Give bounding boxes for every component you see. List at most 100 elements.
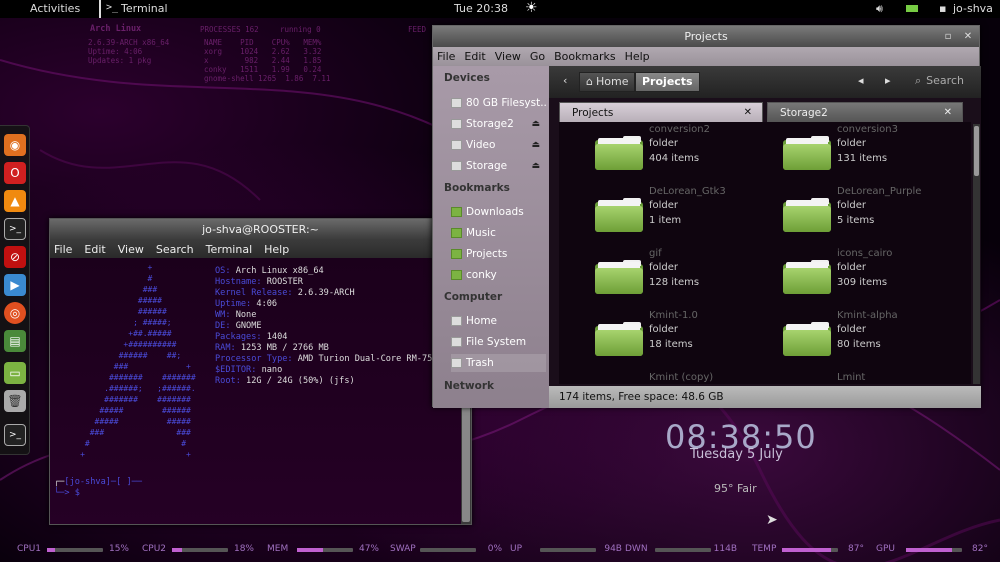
conky-proc-row: xorg 1024 2.62 3.32 [204, 47, 322, 56]
app-menu[interactable]: >_ Terminal [106, 2, 168, 15]
search-button[interactable]: ⌕ Search [915, 74, 964, 88]
sidebar-devices-header: Devices [444, 72, 490, 84]
lifebuoy-icon[interactable]: ◎ [4, 302, 26, 324]
file-grid-scrollbar[interactable] [973, 124, 980, 384]
menu-search[interactable]: Search [156, 243, 194, 256]
folder-item[interactable]: conversion3 folder 131 items [747, 124, 927, 184]
folder-item[interactable]: icons_cairo folder 309 items [747, 248, 927, 308]
folder-item[interactable]: Kmint (copy) [559, 372, 739, 384]
menu-go[interactable]: Go [530, 50, 545, 63]
panel-clock[interactable]: Tue 20:38 [454, 2, 508, 15]
desktop-weather: 95° Fair [714, 482, 757, 495]
sidebar-item-video[interactable]: Video ⏏ [451, 136, 546, 154]
terminal2-icon[interactable]: >_ [4, 424, 26, 446]
menu-help[interactable]: Help [264, 243, 289, 256]
file-manager-menubar: File Edit View Go Bookmarks Help [433, 47, 979, 66]
menu-view[interactable]: View [118, 243, 144, 256]
folder-item[interactable]: Kmint-1.0 folder 18 items [559, 310, 739, 370]
sidebar-item-filesystem-root[interactable]: File System [451, 333, 546, 351]
conky-line: 2.6.39-ARCH x86_64 [88, 38, 170, 47]
eject-icon[interactable]: ⏏ [531, 161, 540, 171]
menu-terminal[interactable]: Terminal [206, 243, 253, 256]
blocked-icon[interactable]: ⊘ [4, 246, 26, 268]
conky-processes: PROCESSES 162 [200, 25, 259, 34]
folder-kind: folder [649, 262, 679, 273]
folder-icon [595, 320, 643, 356]
folder-icon[interactable]: ▭ [4, 362, 26, 384]
drive-icon [451, 140, 462, 150]
close-tab-icon[interactable]: ✕ [944, 103, 952, 123]
system-monitor-icon[interactable]: ▤ [4, 330, 26, 352]
file-manager-window[interactable]: Projects ▫ ✕ File Edit View Go Bookmarks… [432, 25, 981, 408]
arrow-left-icon[interactable]: ◂ [858, 74, 864, 87]
back-arrow-icon[interactable]: ‹ [563, 74, 567, 87]
menu-file[interactable]: File [437, 50, 455, 63]
sidebar-item-music[interactable]: Music [451, 224, 546, 242]
terminal-body[interactable]: + # ### ##### ###### ; #####; +##.##### … [50, 258, 462, 524]
sidebar-item-storage2[interactable]: Storage2 ⏏ [451, 115, 546, 133]
sidebar: Devices 80 GB Filesyst... Storage2 ⏏ Vide… [433, 66, 549, 408]
tab-projects[interactable]: Projects ✕ [559, 102, 763, 122]
menu-help[interactable]: Help [625, 50, 650, 63]
app-menu-label: Terminal [121, 2, 168, 15]
file-manager-titlebar[interactable]: Projects ▫ ✕ [433, 26, 979, 47]
conky-meter-fill [906, 548, 952, 552]
path-home-button[interactable]: ⌂ Home [579, 72, 636, 92]
conky-proc-row: x 982 2.44 1.85 [204, 56, 322, 65]
vlc-icon[interactable]: ▲ [4, 190, 26, 212]
trash-icon[interactable]: 🗑︎ [4, 390, 26, 412]
sidebar-item-storage[interactable]: Storage ⏏ [451, 157, 546, 175]
folder-item[interactable]: DeLorean_Purple folder 5 items [747, 186, 927, 246]
close-tab-icon[interactable]: ✕ [744, 103, 752, 123]
path-projects-button[interactable]: Projects [635, 72, 700, 92]
close-button[interactable]: ✕ [961, 30, 975, 43]
sidebar-item-downloads[interactable]: Downloads [451, 203, 546, 221]
menu-file[interactable]: File [54, 243, 72, 256]
sidebar-item-filesystem[interactable]: 80 GB Filesyst... [451, 94, 546, 112]
folder-item[interactable]: conversion2 folder 404 items [559, 124, 739, 184]
sidebar-network-header: Network [444, 380, 495, 392]
terminal-titlebar[interactable]: jo-shva@ROOSTER:~ ▫ ✕ [50, 219, 471, 240]
conky-line: Uptime: 4:06 [88, 47, 143, 56]
tab-storage2[interactable]: Storage2 ✕ [767, 102, 963, 122]
conky-meter-fill [47, 548, 55, 552]
user-menu[interactable]: jo-shva [953, 2, 993, 15]
folder-icon [595, 196, 643, 232]
minimize-button[interactable]: ▫ [941, 30, 955, 43]
menu-bookmarks[interactable]: Bookmarks [554, 50, 615, 63]
eject-icon[interactable]: ⏏ [531, 140, 540, 150]
sidebar-item-conky[interactable]: conky [451, 266, 546, 284]
file-grid-scrollbar-thumb[interactable] [974, 126, 979, 176]
folder-count: 309 items [837, 277, 888, 288]
folder-item[interactable]: Kmint-alpha folder 80 items [747, 310, 927, 370]
arrow-right-icon[interactable]: ▸ [885, 74, 891, 87]
opera-icon[interactable]: O [4, 162, 26, 184]
activities-button[interactable]: Activities [30, 2, 80, 15]
terminal-prompt[interactable]: ┌─[jo-shva]─[ ]── └─> $ [54, 477, 142, 499]
terminal-icon[interactable]: >_ [4, 218, 26, 240]
folder-item[interactable]: DeLorean_Gtk3 folder 1 item [559, 186, 739, 246]
terminal-window[interactable]: jo-shva@ROOSTER:~ ▫ ✕ File Edit View Sea… [49, 218, 472, 525]
volume-icon[interactable]: 🔊︎ [876, 2, 883, 16]
weather-sun-icon[interactable]: ☀ [525, 0, 538, 16]
sidebar-item-trash[interactable]: Trash [451, 354, 546, 372]
folder-kind: folder [837, 138, 867, 149]
menu-edit[interactable]: Edit [84, 243, 105, 256]
chat-icon[interactable]: ▪ [939, 2, 946, 15]
menu-view[interactable]: View [495, 50, 521, 63]
top-panel: Activities >_ Terminal Tue 20:38 ☀ 🔊︎ ▪ … [0, 0, 1000, 18]
firefox-icon[interactable]: ◉ [4, 134, 26, 156]
folder-icon [595, 134, 643, 170]
folder-item[interactable]: gif folder 128 items [559, 248, 739, 308]
sidebar-item-projects[interactable]: Projects [451, 245, 546, 263]
folder-count: 128 items [649, 277, 700, 288]
menu-edit[interactable]: Edit [464, 50, 485, 63]
conky-value: 18% [233, 544, 254, 554]
sidebar-item-home[interactable]: Home [451, 312, 546, 330]
battery-icon[interactable] [906, 5, 918, 12]
media-player-icon[interactable]: ▶ [4, 274, 26, 296]
conky-meter [420, 548, 476, 552]
eject-icon[interactable]: ⏏ [531, 119, 540, 129]
folder-item[interactable]: Lmint [747, 372, 927, 384]
conky-value: 47% [358, 544, 379, 554]
